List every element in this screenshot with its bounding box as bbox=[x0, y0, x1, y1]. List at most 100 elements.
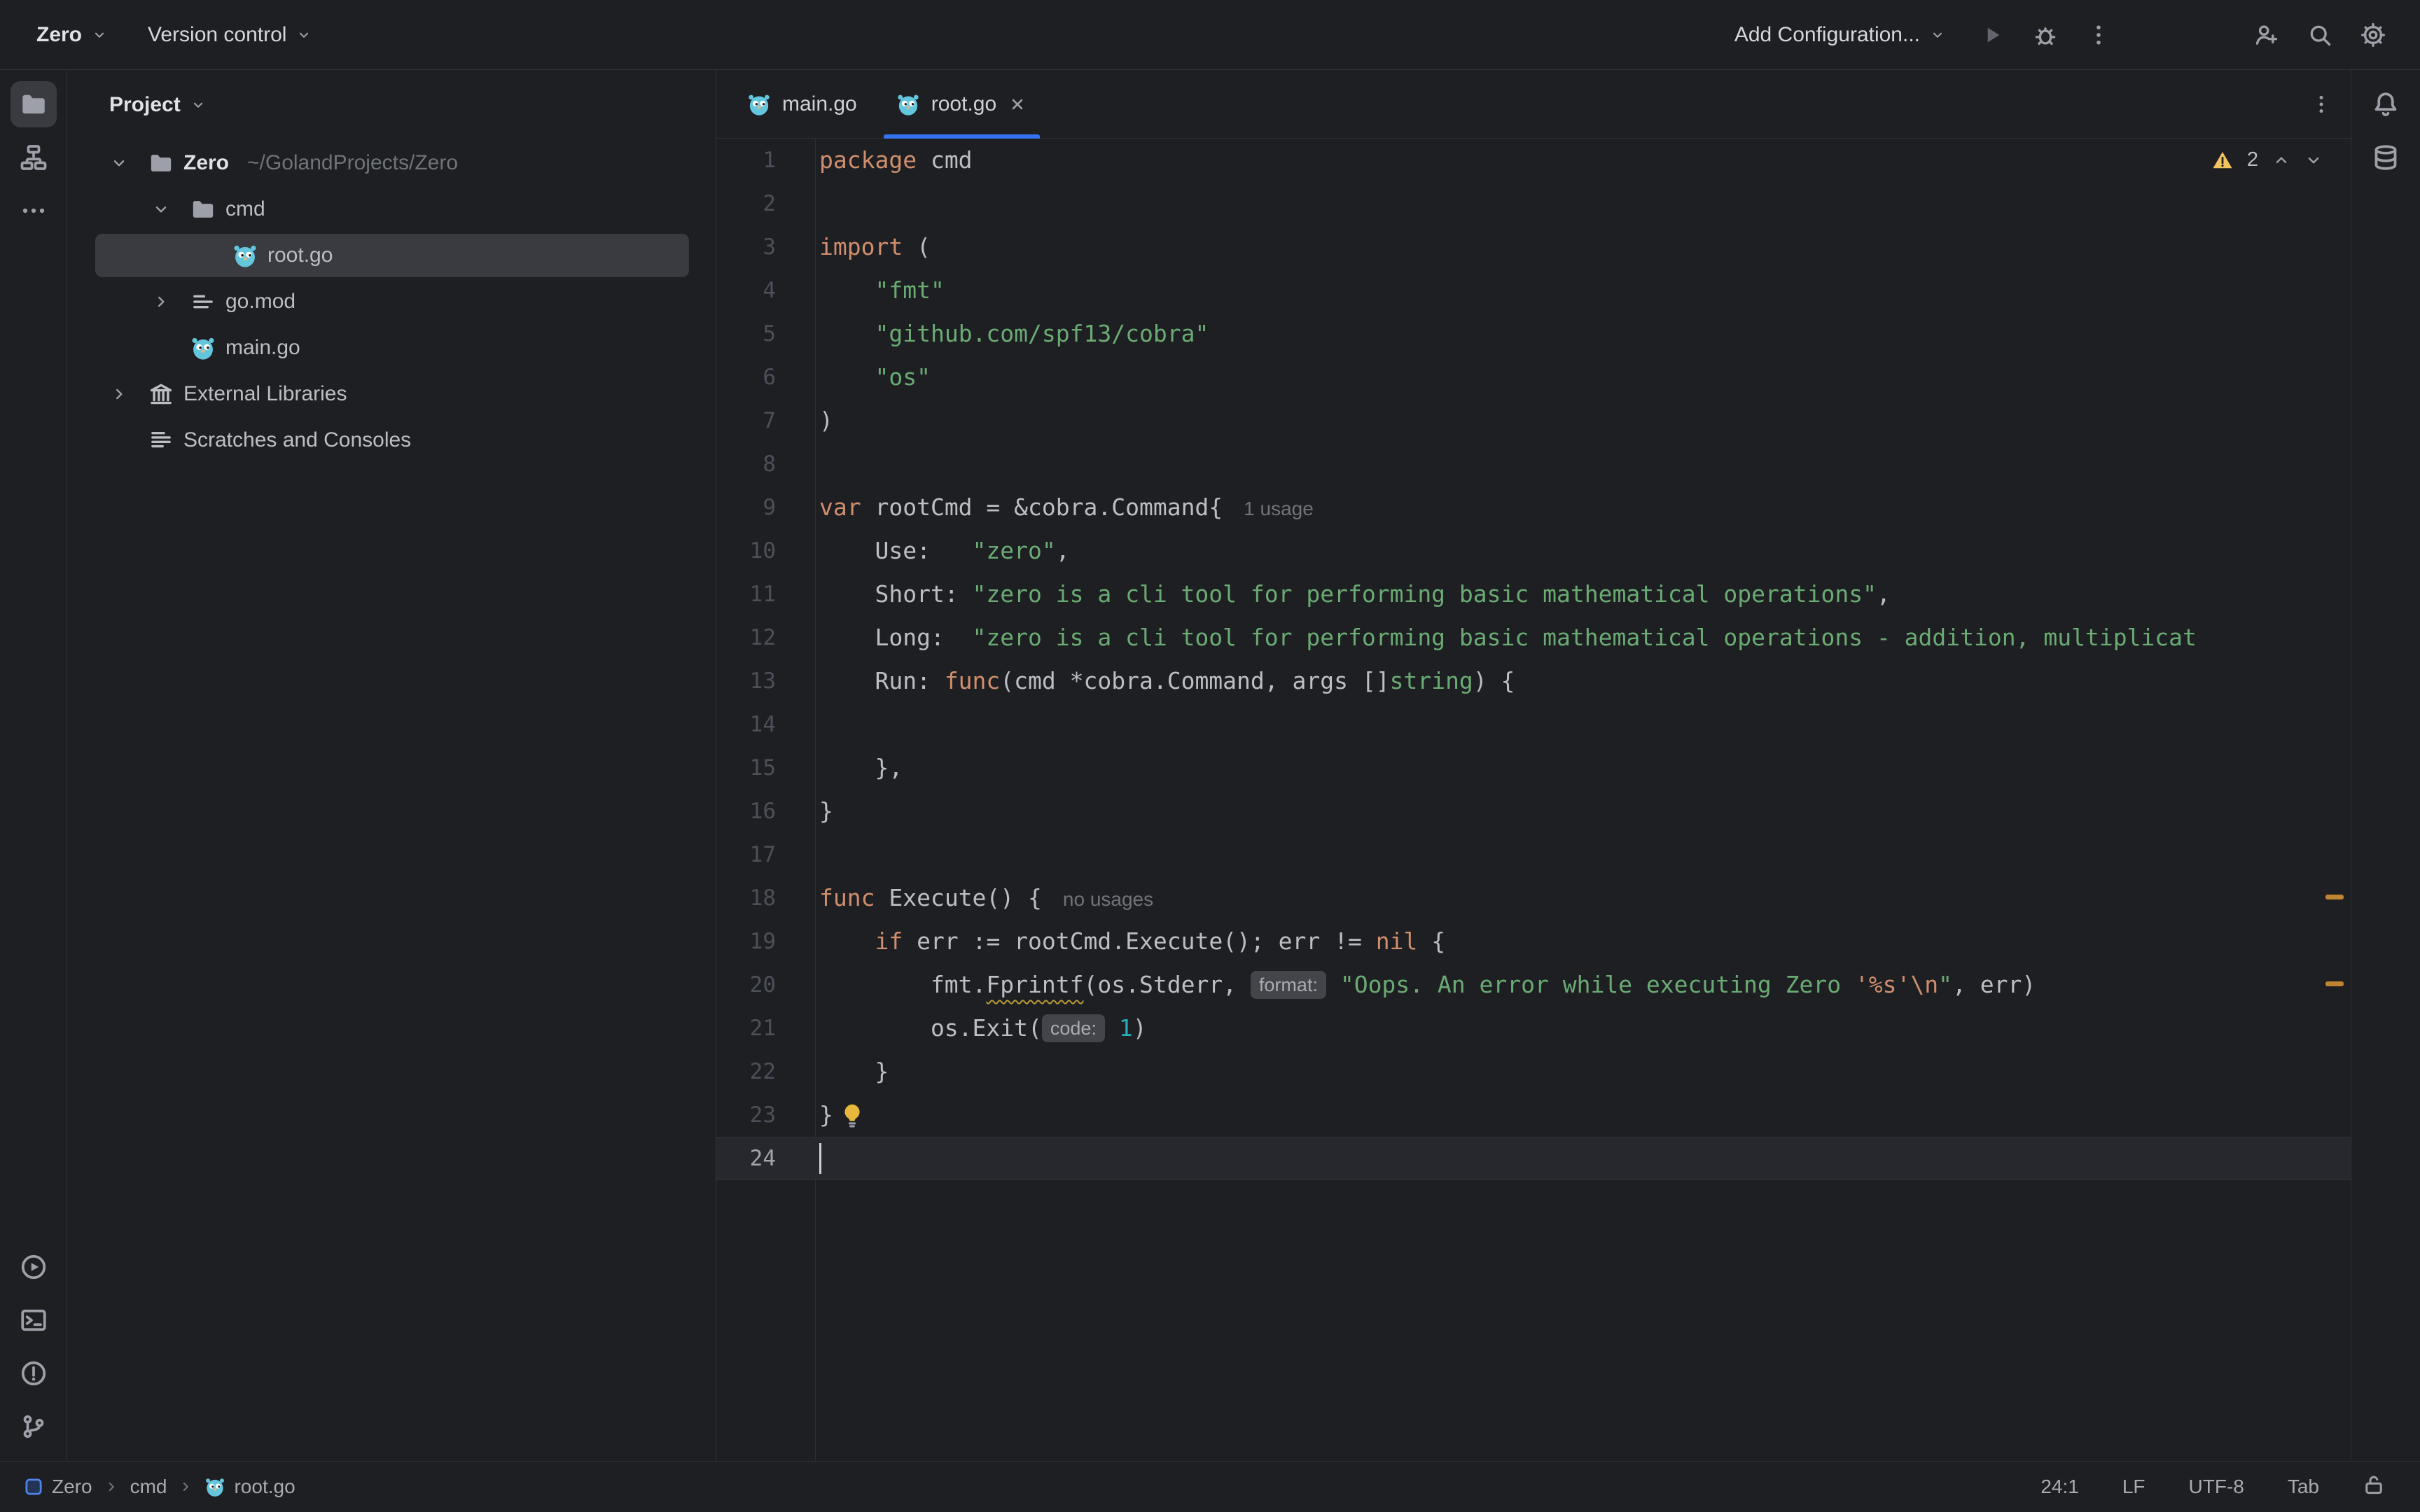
debug-button[interactable] bbox=[2024, 13, 2067, 57]
scrollbar-warning-mark[interactable] bbox=[2325, 981, 2344, 986]
inlay-hint[interactable]: format: bbox=[1251, 971, 1326, 999]
git-branch-toolwindow-button[interactable] bbox=[11, 1404, 57, 1450]
code-line-21[interactable]: 21 os.Exit(code: 1) bbox=[716, 1007, 2351, 1050]
tab-root-go[interactable]: root.go bbox=[877, 70, 1047, 138]
close-tab-icon[interactable] bbox=[1008, 94, 1027, 114]
code-token: cmd bbox=[917, 146, 972, 174]
breadcrumb-cmd[interactable]: cmd bbox=[130, 1476, 167, 1498]
tree-item-content: root.go bbox=[67, 243, 333, 268]
code-line-content: var rootCmd = &cobra.Command{1 usage bbox=[815, 486, 2351, 529]
usage-hint[interactable]: 1 usage bbox=[1244, 498, 1314, 519]
code-line-content: func Execute() {no usages bbox=[815, 876, 2351, 920]
breadcrumb-root-go[interactable]: root.go bbox=[204, 1476, 295, 1498]
usage-hint[interactable]: no usages bbox=[1063, 888, 1153, 910]
tree-item-main-go[interactable]: main.go bbox=[67, 325, 716, 371]
breadcrumbs: Zero cmd root.go bbox=[24, 1476, 295, 1498]
line-number: 15 bbox=[716, 746, 815, 790]
run-button[interactable] bbox=[1970, 13, 2014, 57]
notifications-toolwindow-button[interactable] bbox=[2363, 81, 2409, 127]
chevron-down-icon[interactable] bbox=[99, 154, 139, 172]
tree-item-go-mod[interactable]: go.mod bbox=[67, 279, 716, 325]
code-line-14[interactable]: 14 bbox=[716, 703, 2351, 746]
run-circle-toolwindow-button[interactable] bbox=[11, 1244, 57, 1290]
tree-item-zero[interactable]: Zero~/GolandProjects/Zero bbox=[67, 140, 716, 186]
inspections-widget[interactable]: 2 bbox=[2212, 148, 2323, 172]
scrollbar-warning-mark[interactable] bbox=[2325, 895, 2344, 899]
tree-item-content: External Libraries bbox=[67, 382, 347, 407]
code-area[interactable]: 1package cmd23import (4 "fmt"5 "github.c… bbox=[716, 139, 2351, 1180]
code-line-3[interactable]: 3import ( bbox=[716, 225, 2351, 269]
code-line-19[interactable]: 19 if err := rootCmd.Execute(); err != n… bbox=[716, 920, 2351, 963]
add-user-button[interactable] bbox=[2245, 13, 2288, 57]
code-line-18[interactable]: 18func Execute() {no usages bbox=[716, 876, 2351, 920]
tree-item-cmd[interactable]: cmd bbox=[67, 186, 716, 232]
code-line-4[interactable]: 4 "fmt" bbox=[716, 269, 2351, 312]
code-line-15[interactable]: 15 }, bbox=[716, 746, 2351, 790]
code-line-8[interactable]: 8 bbox=[716, 442, 2351, 486]
code-line-10[interactable]: 10 Use: "zero", bbox=[716, 529, 2351, 573]
indent-style[interactable]: Tab bbox=[2276, 1470, 2330, 1504]
right-strip-top bbox=[2363, 81, 2409, 181]
folder-toolwindow-button[interactable] bbox=[11, 81, 57, 127]
code-editor[interactable]: 1package cmd23import (4 "fmt"5 "github.c… bbox=[716, 139, 2351, 1461]
code-token: ) { bbox=[1473, 667, 1515, 694]
line-separator[interactable]: LF bbox=[2111, 1470, 2157, 1504]
chevron-right-icon[interactable] bbox=[141, 293, 181, 311]
code-line-6[interactable]: 6 "os" bbox=[716, 356, 2351, 399]
code-line-22[interactable]: 22 } bbox=[716, 1050, 2351, 1093]
code-line-13[interactable]: 13 Run: func(cmd *cobra.Command, args []… bbox=[716, 659, 2351, 703]
code-line-11[interactable]: 11 Short: "zero is a cli tool for perfor… bbox=[716, 573, 2351, 616]
inlay-hint[interactable]: code: bbox=[1042, 1014, 1105, 1042]
chevron-right-icon[interactable] bbox=[99, 385, 139, 403]
tab-main-go[interactable]: main.go bbox=[728, 70, 877, 138]
next-warning-icon[interactable] bbox=[2304, 151, 2323, 169]
breadcrumb-zero[interactable]: Zero bbox=[24, 1476, 92, 1498]
code-line-content: package cmd bbox=[815, 139, 2351, 182]
more-vertical-button[interactable] bbox=[2077, 13, 2120, 57]
code-token: , err) bbox=[1952, 971, 2036, 998]
search-button[interactable] bbox=[2298, 13, 2342, 57]
code-line-7[interactable]: 7) bbox=[716, 399, 2351, 442]
code-line-23[interactable]: 23} bbox=[716, 1093, 2351, 1137]
code-line-5[interactable]: 5 "github.com/spf13/cobra" bbox=[716, 312, 2351, 356]
readonly-toggle[interactable] bbox=[2351, 1468, 2396, 1506]
caret-position[interactable]: 24:1 bbox=[2029, 1470, 2090, 1504]
code-line-20[interactable]: 20 fmt.Fprintf(os.Stderr, format: "Oops.… bbox=[716, 963, 2351, 1007]
settings-button[interactable] bbox=[2351, 13, 2395, 57]
tree-item-scratches-and-consoles[interactable]: Scratches and Consoles bbox=[67, 417, 716, 463]
tree-item-external-libraries[interactable]: External Libraries bbox=[67, 371, 716, 417]
run-circle-icon bbox=[20, 1253, 48, 1281]
vcs-menu[interactable]: Version control bbox=[132, 15, 327, 55]
code-line-9[interactable]: 9var rootCmd = &cobra.Command{1 usage bbox=[716, 486, 2351, 529]
code-line-1[interactable]: 1package cmd bbox=[716, 139, 2351, 182]
code-line-24[interactable]: 24 bbox=[716, 1137, 2351, 1180]
terminal-toolwindow-button[interactable] bbox=[11, 1297, 57, 1343]
tree-item-label: cmd bbox=[225, 197, 265, 221]
problems-toolwindow-button[interactable] bbox=[11, 1350, 57, 1396]
code-token: import bbox=[819, 233, 903, 260]
structure-toolwindow-button[interactable] bbox=[11, 134, 57, 181]
previous-warning-icon[interactable] bbox=[2272, 151, 2290, 169]
code-line-12[interactable]: 12 Long: "zero is a cli tool for perform… bbox=[716, 616, 2351, 659]
project-panel-title: Project bbox=[109, 93, 181, 117]
more-horizontal-toolwindow-button[interactable] bbox=[11, 188, 57, 234]
code-line-16[interactable]: 16} bbox=[716, 790, 2351, 833]
tab-options-icon[interactable] bbox=[2310, 93, 2332, 115]
code-line-2[interactable]: 2 bbox=[716, 182, 2351, 225]
encoding[interactable]: UTF-8 bbox=[2178, 1470, 2255, 1504]
run-configuration-menu[interactable]: Add Configuration... bbox=[1719, 15, 1961, 55]
code-token: ) bbox=[819, 407, 833, 434]
chevron-down-icon[interactable] bbox=[141, 200, 181, 218]
code-token: , bbox=[1877, 580, 1891, 608]
project-panel-header[interactable]: Project bbox=[67, 70, 716, 140]
line-separator-label: LF bbox=[2122, 1476, 2146, 1497]
project-menu[interactable]: Zero bbox=[21, 15, 123, 55]
indent-style-label: Tab bbox=[2288, 1476, 2319, 1497]
tree-item-root-go[interactable]: root.go bbox=[67, 232, 716, 279]
database-toolwindow-button[interactable] bbox=[2363, 134, 2409, 181]
intention-bulb-icon[interactable] bbox=[839, 1102, 865, 1128]
code-line-17[interactable]: 17 bbox=[716, 833, 2351, 876]
code-token: package bbox=[819, 146, 917, 174]
line-number: 1 bbox=[716, 139, 815, 182]
line-number: 9 bbox=[716, 486, 815, 529]
